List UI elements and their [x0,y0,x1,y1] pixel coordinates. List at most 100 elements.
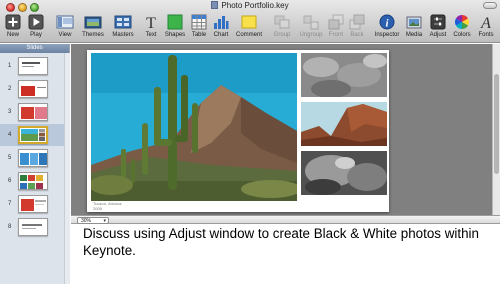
caption-year: 2005 [93,206,102,211]
toolbar-ungroup-label: Ungroup [299,32,323,38]
shapes-icon [167,14,183,30]
canvas-scroll-thumb[interactable] [494,74,499,174]
toolbar-new-label: New [6,32,19,38]
slide-number: 5 [8,155,12,161]
slide-thumbnail-6[interactable]: 6 [0,170,69,192]
toolbar-themes-label: Themes [82,32,104,38]
toolbar-table-button[interactable]: Table [190,14,208,42]
toolbar-front-label: Front [328,32,343,38]
grayscale-rocks-photo[interactable] [301,53,387,97]
photo-caption: Tucson, Arizona 2005 [93,201,122,211]
fonts-icon: A [480,15,491,30]
toolbar-adjust-button[interactable]: Adjust [427,14,449,42]
toolbar-play-label: Play [30,32,42,38]
document-icon [211,1,219,9]
red-rock-photo[interactable] [301,102,387,146]
text-icon: T [146,15,156,30]
ungroup-icon [303,15,319,30]
slide-preview [18,126,48,144]
slide-thumbnail-8[interactable]: 8 [0,216,69,238]
toolbar-view-label: View [58,32,72,38]
toolbar-media-label: Media [405,32,423,38]
toolbar-media-button[interactable]: Media [404,14,424,42]
grayscale-cholla-photo[interactable] [301,151,387,195]
toolbar-view-button[interactable]: View [54,14,76,42]
presenter-notes-text: Discuss using Adjust window to create Bl… [83,226,479,258]
slide-thumbnail-4[interactable]: 4 [0,124,69,146]
toolbar-back-button[interactable]: Back [348,14,366,42]
toolbar-text-label: Text [145,32,157,38]
toolbar-toggle-button[interactable] [483,2,497,9]
toolbar-group-button[interactable]: Group [272,14,292,42]
slide-preview [18,218,48,236]
window-toolbar: Photo Portfolio.key New Play View Themes… [0,0,500,43]
toolbar-text-button[interactable]: T Text [142,14,160,42]
toolbar-new-button[interactable]: New [4,14,22,42]
chart-icon [214,16,229,29]
back-icon [349,14,365,30]
slide-preview [18,195,48,213]
toolbar-play-button[interactable]: Play [27,14,45,42]
canvas-scrollbar[interactable] [492,44,500,215]
zoom-bar: 30% ▾ [71,215,500,224]
cactus-photo[interactable] [91,53,297,201]
toolbar-adjust-label: Adjust [429,32,447,38]
toolbar-masters-button[interactable]: Masters [110,14,136,42]
toolbar-fonts-button[interactable]: A Fonts [475,14,497,42]
slide-preview [18,103,48,121]
colors-icon [455,15,469,29]
themes-icon [84,16,102,29]
slide-preview [18,172,48,190]
toolbar-chart-label: Chart [213,32,229,38]
slide-thumbnail-2[interactable]: 2 [0,78,69,100]
slide-number: 6 [8,178,12,184]
plus-icon [5,14,21,30]
front-icon [328,14,344,30]
table-icon [191,14,207,30]
play-icon [28,14,44,30]
slide-thumbnail-1[interactable]: 1 [0,55,69,77]
slide-number: 2 [8,86,12,92]
toolbar-front-button[interactable]: Front [327,14,345,42]
zoom-select[interactable]: 30% ▾ [77,217,109,224]
slide-number: 4 [8,132,12,138]
slide-preview [18,57,48,75]
toolbar-inspector-label: Inspector [374,32,400,38]
slide-navigator: Slides 1 2 3 4 5 6 7 8 [0,44,70,284]
keynote-window: Photo Portfolio.key New Play View Themes… [0,0,500,284]
toolbar-group-label: Group [273,32,291,38]
svg-text:T: T [146,15,156,30]
slide-preview [18,80,48,98]
current-slide: Tucson, Arizona 2005 [87,50,389,212]
toolbar-table-label: Table [191,32,207,38]
toolbar-masters-label: Masters [112,32,134,38]
toolbar-colors-label: Colors [453,32,471,38]
toolbar-back-label: Back [350,32,364,38]
media-icon [406,16,422,29]
slide-preview [18,149,48,167]
toolbar-chart-button[interactable]: Chart [212,14,230,42]
toolbar-themes-button[interactable]: Themes [81,14,105,42]
slide-number: 3 [8,109,12,115]
toolbar-fonts-label: Fonts [478,32,494,38]
slide-thumbnail-5[interactable]: 5 [0,147,69,169]
slide-thumbnail-7[interactable]: 7 [0,193,69,215]
toolbar-ungroup-button[interactable]: Ungroup [296,14,326,42]
toolbar-comment-button[interactable]: Comment [235,14,263,42]
slide-number: 7 [8,201,12,207]
slide-number: 1 [8,63,12,69]
comment-icon [241,15,257,29]
slide-navigator-header: Slides [0,44,69,53]
toolbar-inspector-button[interactable]: i Inspector [372,14,402,42]
adjust-icon [430,14,446,30]
svg-text:A: A [480,15,491,30]
window-title: Photo Portfolio.key [0,1,500,10]
presenter-notes[interactable]: Discuss using Adjust window to create Bl… [71,224,500,284]
slide-canvas: Tucson, Arizona 2005 [71,44,500,215]
toolbar-shapes-label: Shapes [164,32,186,38]
inspector-icon: i [379,14,395,30]
toolbar-shapes-button[interactable]: Shapes [164,14,186,42]
slide-navigator-scrollbar[interactable] [64,53,70,284]
slide-thumbnail-3[interactable]: 3 [0,101,69,123]
toolbar-colors-button[interactable]: Colors [451,14,473,42]
